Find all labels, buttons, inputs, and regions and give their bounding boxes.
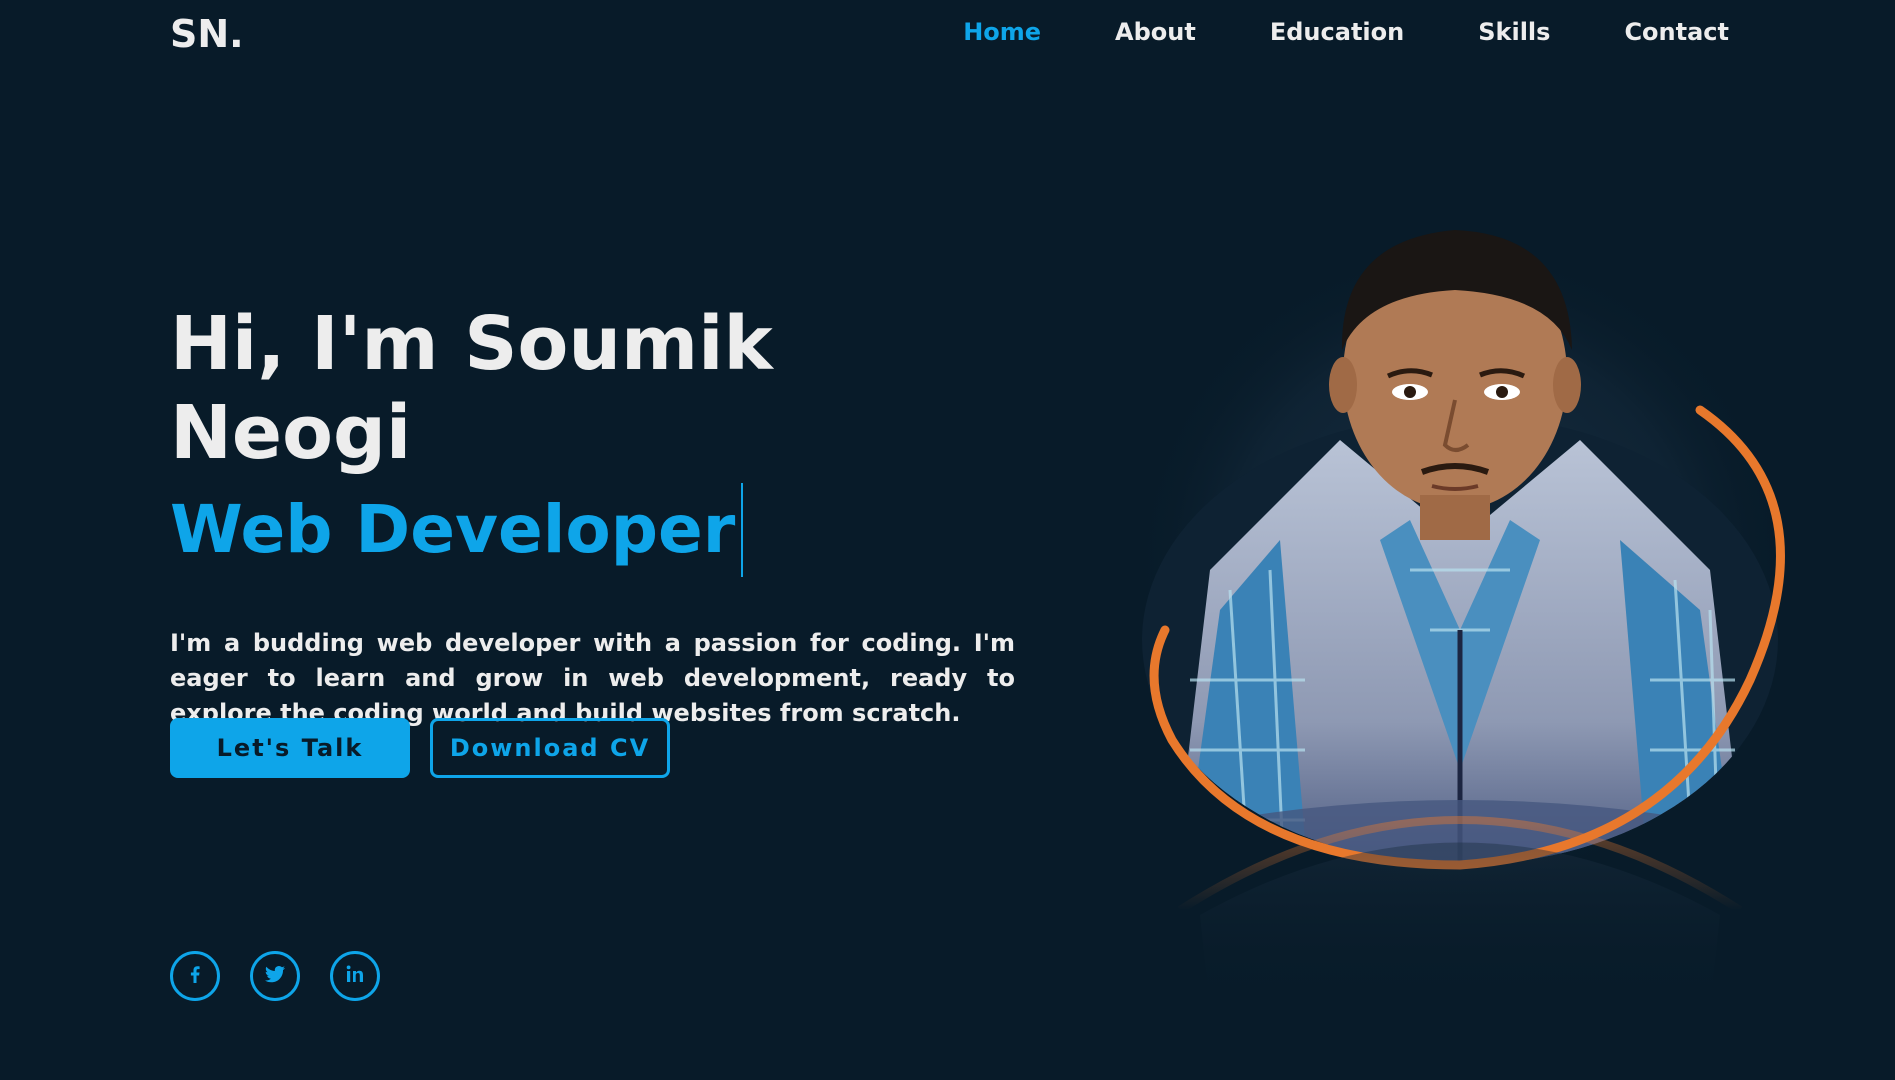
lets-talk-button[interactable]: Let's Talk — [170, 718, 410, 778]
linkedin-icon — [343, 962, 367, 990]
portfolio-page: SN. Home About Education Skills Contact … — [0, 0, 1895, 1080]
linkedin-link[interactable] — [330, 951, 380, 1001]
twitter-icon — [263, 962, 287, 990]
facebook-link[interactable] — [170, 951, 220, 1001]
profile-illustration — [1130, 230, 1790, 1010]
download-cv-button[interactable]: Download CV — [430, 718, 670, 778]
hero-greeting: Hi, I'm Soumik Neogi — [170, 301, 773, 476]
site-header: SN. Home About Education Skills Contact — [0, 0, 1895, 70]
role-line: Web Developer — [170, 482, 1015, 578]
nav-skills[interactable]: Skills — [1478, 18, 1550, 46]
main-nav: Home About Education Skills Contact — [889, 18, 1729, 46]
typing-caret — [741, 482, 744, 577]
logo[interactable]: SN. — [170, 12, 244, 56]
nav-home[interactable]: Home — [963, 18, 1041, 46]
hero-description: I'm a budding web developer with a passi… — [170, 628, 1015, 727]
social-links — [170, 951, 380, 1001]
profile-image — [1110, 210, 1810, 1010]
nav-education[interactable]: Education — [1270, 18, 1404, 46]
twitter-link[interactable] — [250, 951, 300, 1001]
nav-contact[interactable]: Contact — [1624, 18, 1729, 46]
hero-role: Web Developer — [170, 490, 736, 568]
facebook-icon — [183, 962, 207, 990]
nav-about[interactable]: About — [1115, 18, 1196, 46]
hero-buttons: Let's Talk Download CV — [170, 718, 670, 778]
hero-section: Hi, I'm Soumik Neogi Web Developer I'm a… — [170, 300, 1015, 731]
